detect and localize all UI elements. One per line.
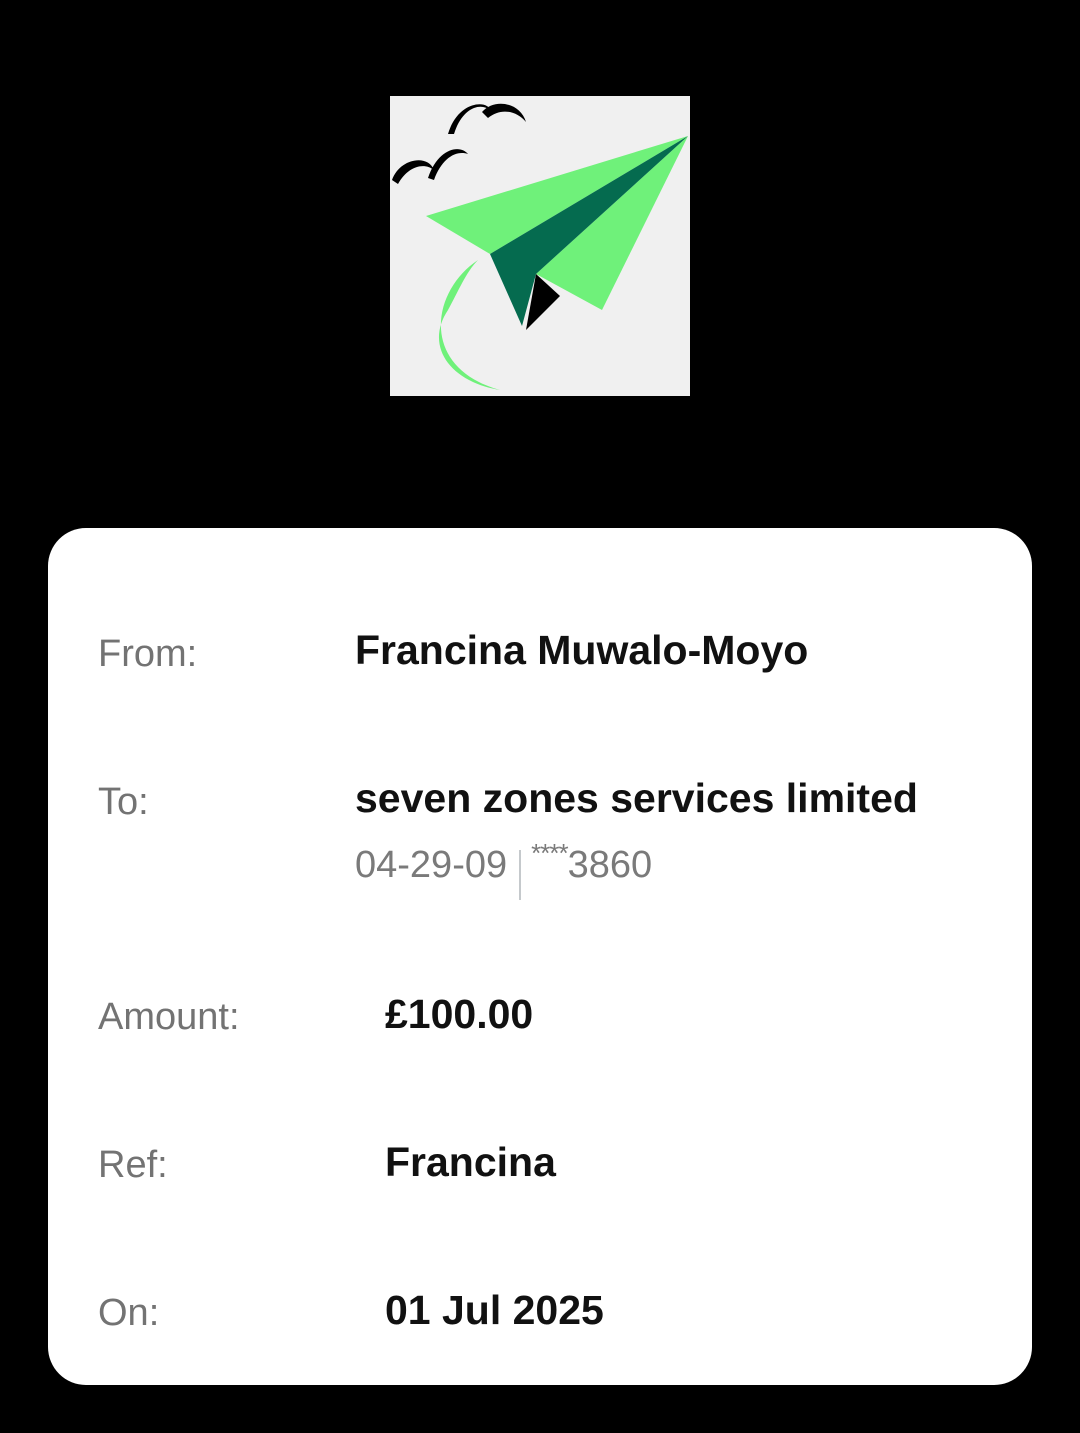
app-logo	[390, 96, 690, 396]
on-value: 01 Jul 2025	[385, 1287, 604, 1333]
to-value: seven zones services limited	[355, 775, 918, 821]
account-mask: ****	[531, 838, 568, 868]
account-number: **** 3860	[531, 840, 653, 886]
account-divider	[519, 850, 522, 900]
from-label: From:	[98, 633, 198, 675]
paper-plane-icon	[392, 103, 688, 390]
on-label: On:	[98, 1292, 160, 1334]
ref-label: Ref:	[98, 1144, 168, 1186]
amount-label: Amount:	[98, 996, 240, 1038]
to-label: To:	[98, 781, 149, 823]
account-suffix: 3860	[567, 844, 653, 886]
from-value: Francina Muwalo-Moyo	[355, 627, 809, 673]
amount-value: £100.00	[385, 991, 534, 1037]
ref-value: Francina	[385, 1139, 556, 1185]
account-details: 04-29-09 **** 3860	[355, 840, 653, 900]
receipt-card: From: Francina Muwalo-Moyo To: seven zon…	[48, 528, 1032, 1385]
sort-code: 04-29-09	[355, 844, 508, 886]
